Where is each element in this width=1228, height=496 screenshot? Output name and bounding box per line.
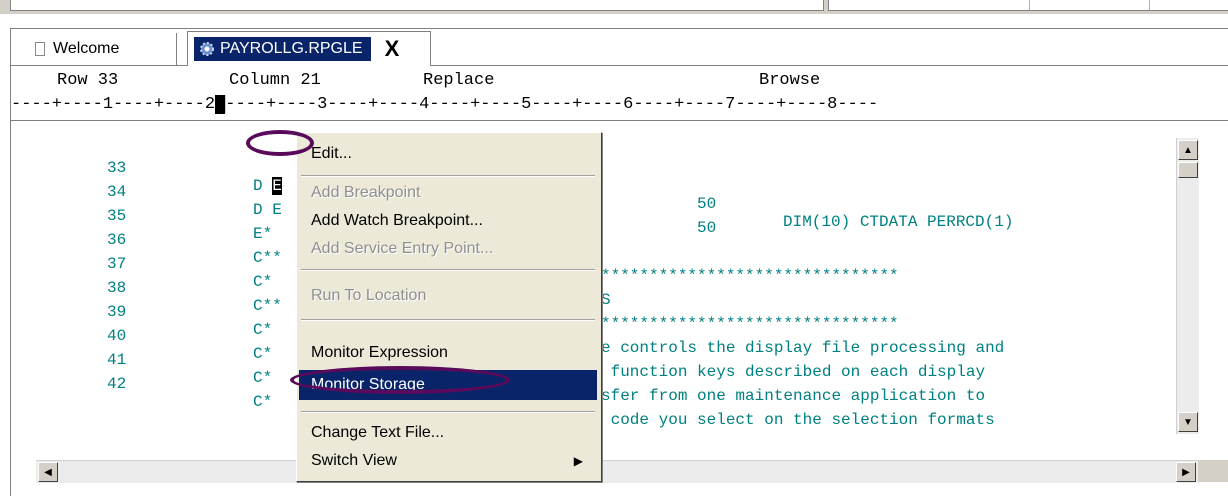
upper-pane-left [10,0,824,11]
vertical-scrollbar[interactable]: ▲ ▼ [1176,138,1199,434]
code-line[interactable]: 38 C** ******************************* [11,261,1201,333]
ruler-cursor: █ [215,95,226,114]
scrollbar-corner [1198,460,1228,482]
menu-separator [301,319,595,321]
menu-item-monitor-expression[interactable]: Monitor Expression [299,339,597,367]
code-line[interactable]: 36 C** ******************************* [11,213,1201,285]
code-line[interactable]: 37 C* S [11,237,1201,309]
column-ruler: ----+----1----+----2█----+----3----+----… [11,95,1228,119]
code-line[interactable]: 39 C* e controls the display file proces… [11,285,1201,357]
scroll-thumb[interactable] [1178,162,1198,178]
menu-item-add-watch-breakpoint[interactable]: Add Watch Breakpoint... [299,207,597,235]
code-text-b: sfer from one maintenance application to [601,387,986,405]
view-indicator: Browse [759,71,821,90]
tab-label: PAYROLLG.RPGLE [220,40,363,57]
menu-item-switch-view[interactable]: Switch View ▶ [299,447,597,475]
document-icon [35,42,45,56]
row-indicator: Row 33 [57,71,119,90]
scroll-right-icon[interactable]: ▶ [1176,462,1196,482]
pane-divider [1149,0,1150,10]
pane-divider [1029,0,1030,10]
annotation-oval-field [246,130,314,156]
menu-item-label: Switch View [311,452,397,469]
code-area[interactable]: 33 D E 50 DIM(10) CTDATA PERRCD(1) 34 D … [11,121,1201,461]
upper-pane-right [828,0,1228,11]
code-line[interactable]: 41 C* sfer from one maintenance applicat… [11,333,1201,405]
menu-separator [301,175,595,177]
close-icon[interactable]: X [385,38,400,60]
ruler-right: ----+----3----+----4----+----5----+----6… [225,95,879,114]
menu-item-run-to-location[interactable]: Run To Location [299,281,597,311]
menu-item-add-service-entry-point[interactable]: Add Service Entry Point... [299,235,597,263]
code-line[interactable]: 40 C* function keys described on each di… [11,309,1201,381]
menu-item-edit[interactable]: Edit... [299,137,597,171]
code-line[interactable]: 33 D E 50 DIM(10) CTDATA PERRCD(1) [11,141,1201,231]
ruler-left: ----+----1----+----2 [11,95,216,114]
line-number: 42 [107,375,127,393]
menu-item-change-text-file[interactable]: Change Text File... [299,419,597,447]
scroll-left-icon[interactable]: ◀ [38,462,58,482]
chevron-right-icon: ▶ [573,454,583,468]
editor-frame: Welcome PAYROLLG.RPGLE X Row 33 Column 2… [10,28,1228,496]
annotation-oval-monitor-storage [290,366,510,394]
scroll-up-icon[interactable]: ▲ [1178,140,1198,160]
code-text-b: code you select on the selection formats [601,411,995,429]
tab-payrollg-rpgle[interactable]: PAYROLLG.RPGLE X [187,31,431,66]
code-line[interactable]: 34 D E 50 [11,165,1201,237]
menu-separator [301,269,595,271]
context-menu: Edit... Add Breakpoint Add Watch Breakpo… [296,132,602,482]
tab-bar: Welcome PAYROLLG.RPGLE X [11,29,1228,66]
editor-status-line: Row 33 Column 21 Replace Browse [11,67,1228,91]
menu-separator [301,411,595,413]
scroll-down-icon[interactable]: ▼ [1178,412,1198,432]
code-text-a: C* [253,393,273,411]
mode-indicator: Replace [423,71,495,90]
code-line[interactable]: 35 E* [11,189,1201,243]
tab-label: Welcome [53,40,120,57]
horizontal-scrollbar[interactable]: ◀ ▶ [36,460,1198,483]
menu-item-add-breakpoint[interactable]: Add Breakpoint [299,179,597,207]
active-tab-title: PAYROLLG.RPGLE [194,37,371,61]
column-indicator: Column 21 [229,71,321,90]
code-line[interactable]: 42 C* code you select on the selection f… [11,357,1201,429]
tab-welcome[interactable]: Welcome [13,33,177,65]
gear-source-icon [200,42,214,56]
